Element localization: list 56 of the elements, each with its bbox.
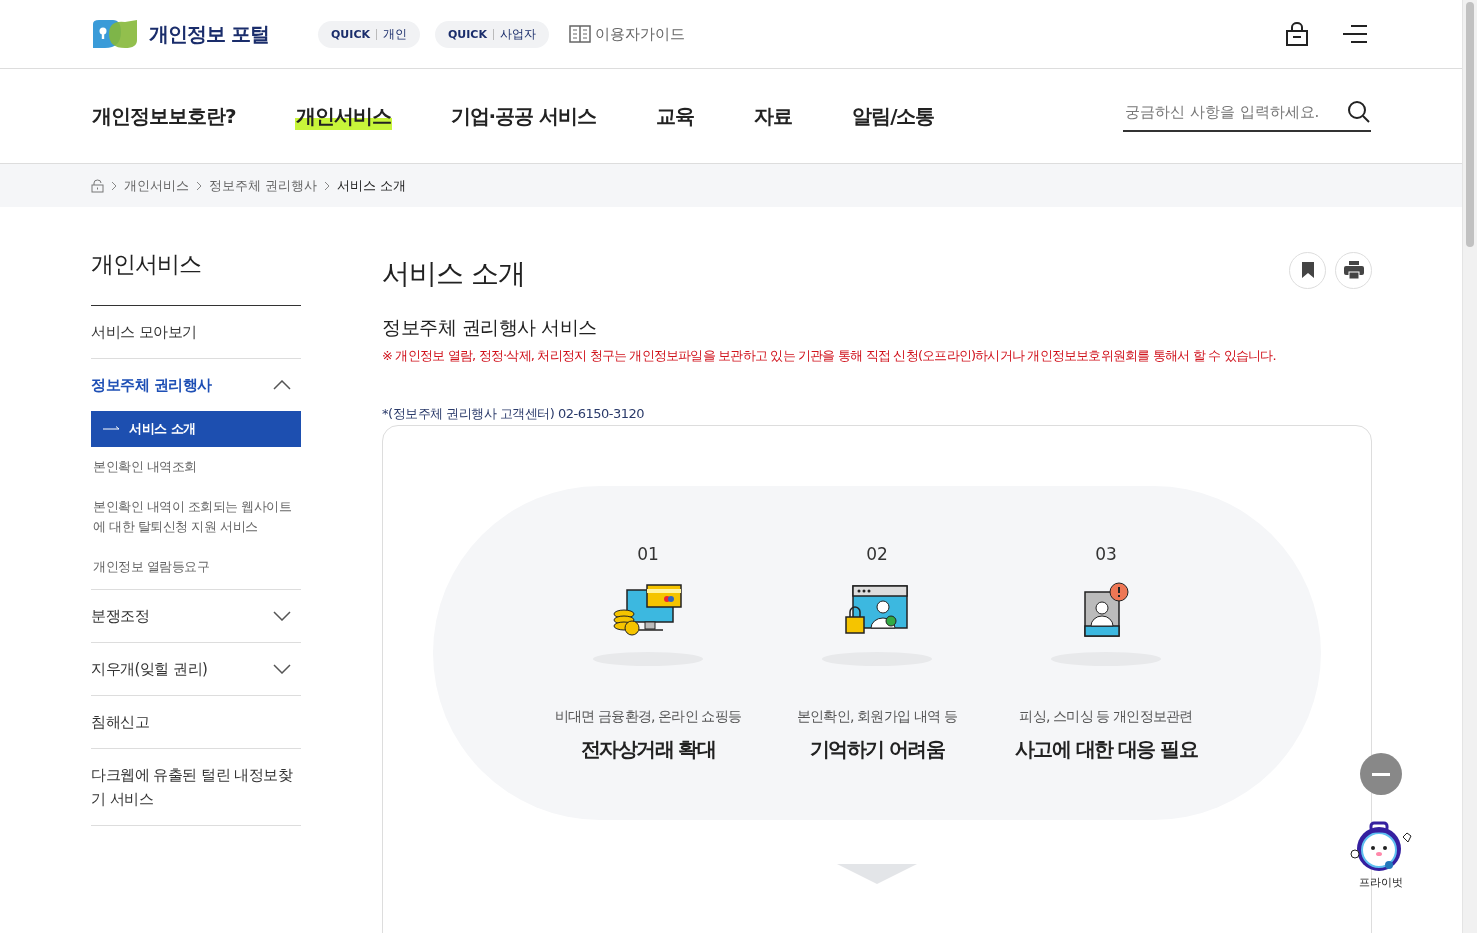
notice-text: ※ 개인정보 열람, 정정·삭제, 처리정지 청구는 개인정보파일을 보관하고 있는 기관을 통해 직접 신청(오프라인)하시거나 개인정보보호위원회를 통해서 할 수 있습니다. bbox=[382, 347, 1277, 365]
step-number: 01 bbox=[637, 543, 659, 564]
step-caption: 본인확인, 회원가입 내역 등 bbox=[797, 707, 957, 726]
sidebar-item[interactable]: 정보주체 권리행사 bbox=[91, 359, 301, 411]
sidebar-subitem[interactable]: 본인확인 내역이 조회되는 웹사이트에 대한 탈퇴신청 지원 서비스 bbox=[91, 487, 301, 547]
user-card-alert-icon bbox=[1083, 581, 1129, 638]
bookmark-icon bbox=[1301, 262, 1314, 278]
monitor-coins-card-icon bbox=[613, 581, 683, 638]
chevron-right-icon bbox=[324, 180, 331, 191]
bookmark-button[interactable] bbox=[1289, 251, 1326, 289]
site-logo[interactable]: 개인정보 포털 bbox=[91, 18, 318, 50]
guide-link[interactable]: 이용자가이드 bbox=[568, 24, 685, 44]
nav-menu-item[interactable]: 기업·공공 서비스 bbox=[449, 102, 598, 130]
print-button[interactable] bbox=[1335, 251, 1372, 289]
sidebar-item[interactable]: 분쟁조정 bbox=[91, 590, 301, 642]
sidebar-subitem[interactable]: 본인확인 내역조회 bbox=[91, 447, 301, 487]
nav-menu-item[interactable]: 알림/소통 bbox=[851, 102, 936, 130]
sidebar-item[interactable]: 지우개(잊힐 권리) bbox=[91, 643, 301, 695]
collapse-button[interactable] bbox=[1360, 753, 1402, 795]
print-icon bbox=[1343, 261, 1364, 279]
nav-menu-item[interactable]: 개인정보보호란? bbox=[91, 102, 237, 130]
chatbot-button[interactable]: 프라이벗 bbox=[1349, 819, 1413, 890]
book-icon bbox=[568, 25, 591, 43]
chevron-right-icon bbox=[111, 180, 117, 191]
section-heading: 정보주체 권리행사 서비스 bbox=[382, 315, 598, 340]
lock-icon[interactable] bbox=[1285, 22, 1309, 46]
step-number: 02 bbox=[866, 543, 888, 564]
scrollbar[interactable] bbox=[1462, 0, 1477, 933]
contact-text: *(정보주체 권리행사 고객센터) 02-6150-3120 bbox=[382, 405, 646, 423]
menu-icon[interactable] bbox=[1343, 24, 1367, 44]
step-caption: 비대면 금융환경, 온라인 쇼핑등 bbox=[554, 707, 742, 726]
sidebar-title: 개인서비스 bbox=[91, 247, 301, 306]
breadcrumb-link[interactable]: 정보주체 권리행사 bbox=[209, 176, 318, 195]
sidebar-item[interactable]: 서비스 모아보기 bbox=[91, 306, 301, 358]
down-triangle-icon bbox=[837, 864, 917, 884]
minus-icon bbox=[1372, 772, 1390, 776]
sidebar-subitem[interactable]: 개인정보 열람등요구 bbox=[91, 547, 301, 587]
breadcrumb-link[interactable]: 개인서비스 bbox=[124, 176, 189, 195]
nav-menu-item[interactable]: 자료 bbox=[753, 102, 794, 130]
step-caption: 피싱, 스미싱 등 개인정보관련 bbox=[1019, 707, 1193, 726]
sidebar-subitem[interactable]: 서비스 소개 bbox=[91, 411, 301, 447]
page-title: 서비스 소개 bbox=[382, 256, 525, 292]
step-headline: 전자상거래 확대 bbox=[580, 735, 716, 763]
sidebar-item[interactable]: 침해신고 bbox=[91, 696, 301, 748]
sidebar-item[interactable]: 다크웹에 유출된 털린 내정보찾기 서비스 bbox=[91, 749, 301, 825]
nav-menu-item[interactable]: 교육 bbox=[655, 102, 696, 130]
chevron-right-icon bbox=[196, 180, 202, 191]
logo-icon bbox=[91, 18, 139, 50]
search-icon[interactable] bbox=[1347, 100, 1371, 124]
step-headline: 사고에 대한 대응 필요 bbox=[1014, 735, 1198, 763]
step-headline: 기억하기 어려움 bbox=[809, 735, 945, 763]
quick-link[interactable]: QUICK 사업자 bbox=[435, 20, 549, 48]
step-number: 03 bbox=[1095, 543, 1117, 564]
breadcrumb-link[interactable]: 서비스 소개 bbox=[337, 176, 407, 195]
quick-link[interactable]: QUICK 개인 bbox=[318, 20, 420, 48]
home-icon[interactable] bbox=[91, 178, 104, 193]
